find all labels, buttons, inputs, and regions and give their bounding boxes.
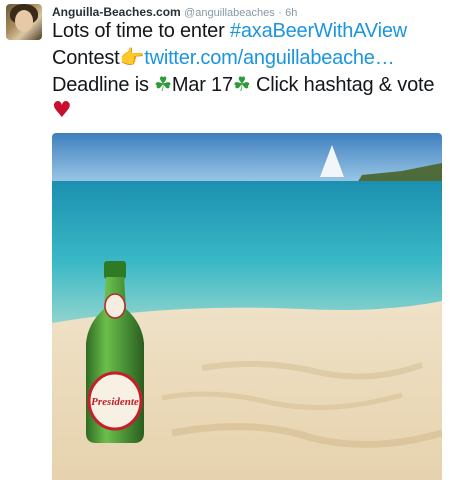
hashtag-link[interactable]: #axaBeerWithAView	[230, 20, 407, 42]
avatar-face	[15, 10, 33, 32]
avatar[interactable]	[6, 4, 42, 40]
tweet-photo[interactable]: Presidente	[52, 133, 442, 480]
tweet-text-date: Mar 17	[171, 74, 233, 96]
beach-bottle-photo: Presidente	[52, 133, 442, 480]
shamrock-icon: ☘	[154, 72, 172, 96]
tweet-text-part1: Lots of time to enter	[52, 20, 230, 42]
tweet-text-part3: Deadline is	[52, 74, 155, 96]
url-link[interactable]: twitter.com/anguillabeache…	[144, 47, 394, 69]
author-name[interactable]: Anguilla-Beaches.com	[52, 5, 181, 19]
shamrock-icon: ☘	[232, 72, 251, 96]
tweet-text: Lots of time to enter #axaBeerWithAView …	[52, 18, 442, 124]
tweet-text-part4: Click hashtag & vote	[250, 74, 435, 96]
heart-icon: ♥	[52, 98, 72, 123]
tweet-text-part2: Contest	[52, 47, 120, 69]
pointing-hand-icon: 👉	[119, 45, 145, 69]
bottle-label: Presidente	[91, 396, 139, 408]
